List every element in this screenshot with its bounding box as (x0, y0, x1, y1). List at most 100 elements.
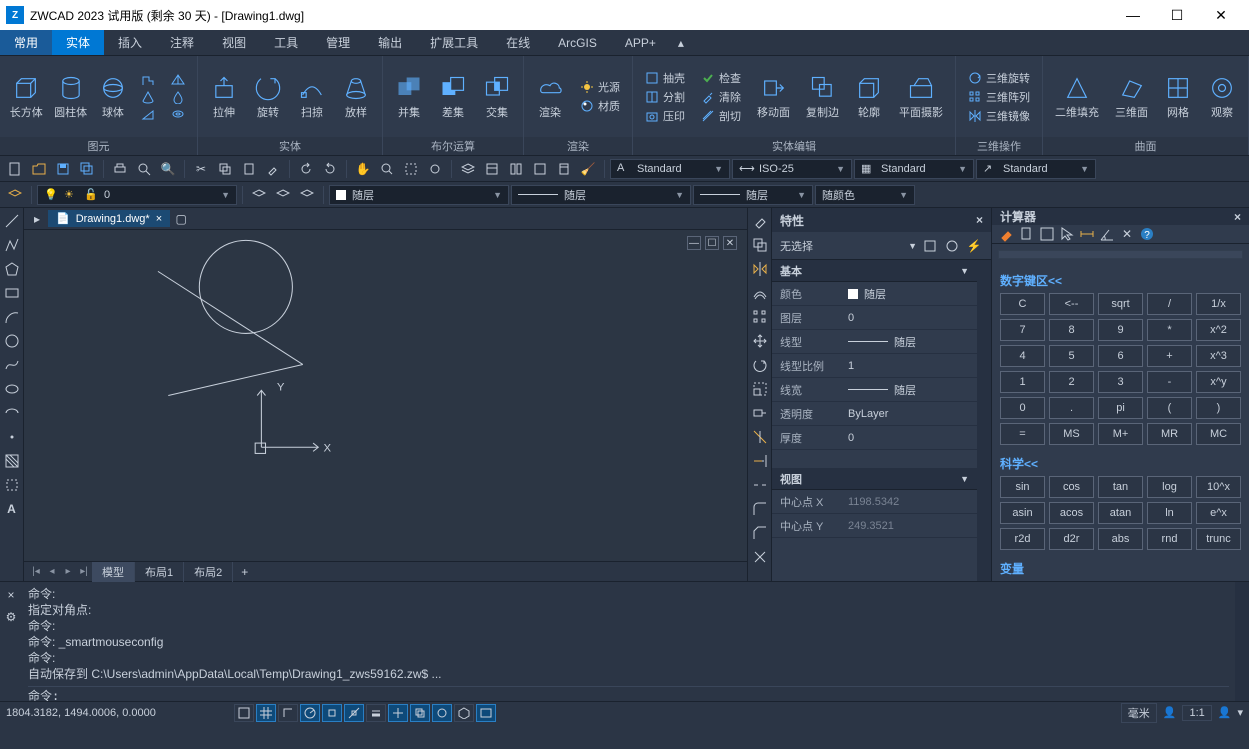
polysolid-button[interactable] (137, 72, 159, 88)
osnap-toggle[interactable] (322, 704, 342, 722)
copy-icon[interactable] (214, 158, 236, 180)
tab-solid[interactable]: 实体 (52, 30, 104, 55)
command-scrollbar[interactable] (1235, 582, 1249, 701)
calc-key-x^2[interactable]: x^2 (1196, 319, 1241, 341)
layout-last-icon[interactable]: ▸| (76, 566, 92, 577)
pline-icon[interactable] (3, 236, 21, 254)
calc-section-scientific[interactable]: 科学<< (992, 451, 1249, 476)
calc-getpoint-icon[interactable] (1038, 225, 1056, 243)
grid-toggle[interactable] (256, 704, 276, 722)
calc-key-pi[interactable]: pi (1098, 397, 1143, 419)
panel-close-icon[interactable]: × (976, 213, 983, 227)
tab-manage[interactable]: 管理 (312, 30, 364, 55)
loft-button[interactable]: 放样 (336, 72, 376, 122)
calc-key-asin[interactable]: asin (1000, 502, 1045, 524)
lineweight-combo[interactable]: 随层▼ (693, 185, 813, 205)
layerfrz-icon[interactable] (296, 184, 318, 206)
status-person-icon[interactable]: 👤 (1163, 706, 1177, 719)
maximize-button[interactable]: ☐ (1155, 1, 1199, 29)
calc-key-acos[interactable]: acos (1049, 502, 1094, 524)
3dface-button[interactable]: 三维面 (1109, 72, 1154, 122)
check-button[interactable]: 检查 (697, 69, 745, 87)
layout-tab-layout2[interactable]: 布局2 (184, 562, 233, 582)
revolve-button[interactable]: 旋转 (248, 72, 288, 122)
new-icon[interactable] (4, 158, 26, 180)
copy2-icon[interactable] (751, 236, 769, 254)
calc-angle-icon[interactable] (1098, 225, 1116, 243)
calc-key-.[interactable]: . (1049, 397, 1094, 419)
calc-key-6[interactable]: 6 (1098, 345, 1143, 367)
calc-key-e^x[interactable]: e^x (1196, 502, 1241, 524)
undo-icon[interactable] (295, 158, 317, 180)
outline-button[interactable]: 轮廓 (849, 72, 889, 122)
tab-online[interactable]: 在线 (492, 30, 544, 55)
calc-pointer-icon[interactable] (1058, 225, 1076, 243)
layout-tab-model[interactable]: 模型 (92, 562, 135, 582)
calc-key-+[interactable]: + (1147, 345, 1192, 367)
find-icon[interactable]: 🔍 (157, 158, 179, 180)
color-combo[interactable]: 随层▼ (329, 185, 509, 205)
line-icon[interactable] (3, 212, 21, 230)
calc-display[interactable] (998, 250, 1243, 259)
layer-state-icon[interactable] (4, 184, 26, 206)
tablestyle-combo[interactable]: ▦Standard▼ (854, 159, 974, 179)
prop-ltscale[interactable]: 线型比例1 (772, 354, 977, 378)
box-button[interactable]: 长方体 (6, 72, 46, 122)
cylinder-button[interactable]: 圆柱体 (50, 72, 90, 122)
calc-section-variables[interactable]: 变量 (992, 556, 1249, 581)
2dfill-button[interactable]: 二维填充 (1049, 72, 1105, 122)
mirror-icon[interactable] (751, 260, 769, 278)
calc-key-*[interactable]: * (1147, 319, 1192, 341)
command-input[interactable] (63, 689, 1229, 702)
cmd-options-icon[interactable]: ⚙ (2, 608, 20, 626)
shell-button[interactable]: 抽壳 (641, 69, 689, 87)
fillet-icon[interactable] (751, 500, 769, 518)
subtract-button[interactable]: 差集 (433, 72, 473, 122)
layeriso-icon[interactable] (248, 184, 270, 206)
snap-toggle[interactable] (234, 704, 254, 722)
status-gear-icon[interactable]: ▾ (1237, 706, 1243, 719)
zoom-prev-icon[interactable] (424, 158, 446, 180)
sphere-button[interactable]: 球体 (95, 72, 131, 122)
match-icon[interactable] (262, 158, 284, 180)
calc-key-cos[interactable]: cos (1049, 476, 1094, 498)
tab-tools[interactable]: 工具 (260, 30, 312, 55)
circle-icon[interactable] (3, 332, 21, 350)
tab-extend[interactable]: 扩展工具 (416, 30, 492, 55)
calc-key-MC[interactable]: MC (1196, 423, 1241, 445)
sweep-button[interactable]: 扫掠 (292, 72, 332, 122)
text-icon[interactable]: A (3, 500, 21, 518)
calc-key-M+[interactable]: M+ (1098, 423, 1143, 445)
saveall-icon[interactable] (76, 158, 98, 180)
plotstyle-combo[interactable]: 随颜色▼ (815, 185, 915, 205)
prop-linetype[interactable]: 线型随层 (772, 330, 977, 354)
polar-toggle[interactable] (300, 704, 320, 722)
observe-button[interactable]: 观察 (1202, 72, 1242, 122)
calc-key-MS[interactable]: MS (1049, 423, 1094, 445)
tool-palette-icon[interactable] (529, 158, 551, 180)
slice-button[interactable]: 剖切 (697, 107, 745, 125)
calc-key-1[interactable]: 1 (1000, 371, 1045, 393)
calc-key-MR[interactable]: MR (1147, 423, 1192, 445)
prop-group-view[interactable]: 视图▼ (772, 468, 977, 490)
calc-key-1/x[interactable]: 1/x (1196, 293, 1241, 315)
calc-icon[interactable] (553, 158, 575, 180)
calc-x-icon[interactable]: ✕ (1118, 225, 1136, 243)
quickselect-icon[interactable] (921, 237, 939, 255)
arc-icon[interactable] (3, 308, 21, 326)
clean-icon[interactable]: 🧹 (577, 158, 599, 180)
redo-icon[interactable] (319, 158, 341, 180)
rotate-icon[interactable] (751, 356, 769, 374)
calc-key-)[interactable]: ) (1196, 397, 1241, 419)
intersect-button[interactable]: 交集 (477, 72, 517, 122)
calc-key-atan[interactable]: atan (1098, 502, 1143, 524)
trim-icon[interactable] (751, 428, 769, 446)
properties-scrollbar[interactable] (977, 260, 991, 581)
calc-key-d2r[interactable]: d2r (1049, 528, 1094, 550)
calc-key-r2d[interactable]: r2d (1000, 528, 1045, 550)
calc-distance-icon[interactable] (1078, 225, 1096, 243)
tab-common[interactable]: 常用 (0, 30, 52, 55)
calc-key-/[interactable]: / (1147, 293, 1192, 315)
layout-add-icon[interactable]: + (233, 563, 256, 581)
calc-key-8[interactable]: 8 (1049, 319, 1094, 341)
